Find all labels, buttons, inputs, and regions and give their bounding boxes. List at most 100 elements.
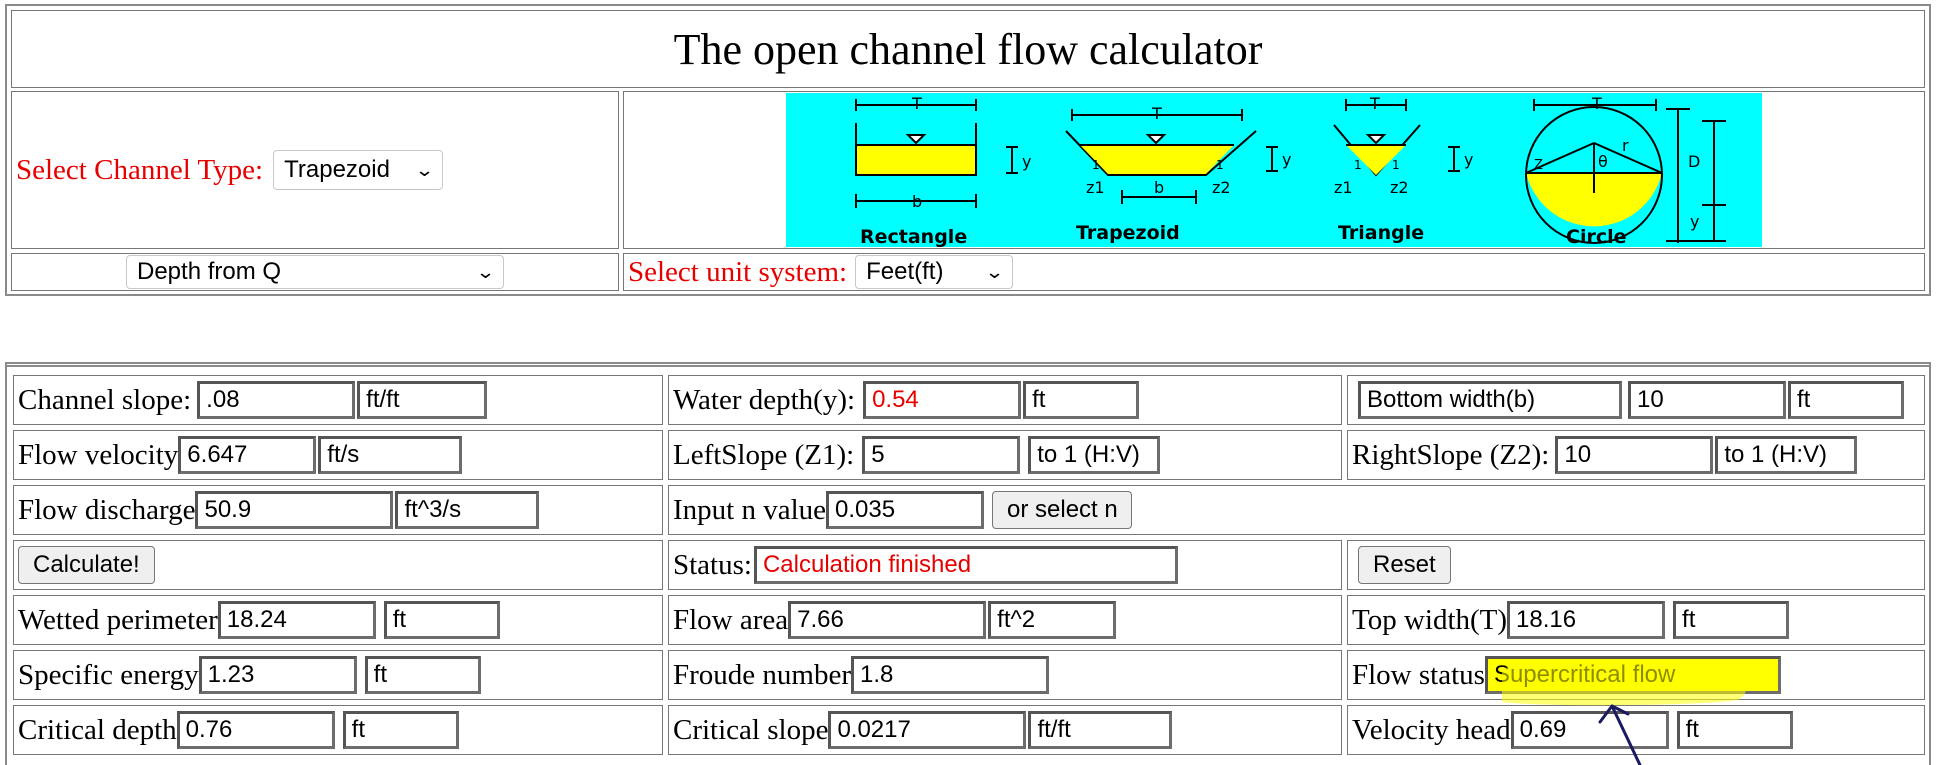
velocity-input[interactable]: 6.647 [178,436,317,474]
froude-number-output: 1.8 [851,656,1049,694]
page-title: The open channel flow calculator [673,24,1263,74]
calculate-cell: Calculate! [13,540,663,590]
unit-system-select[interactable]: Feet(ft) ⌄ [855,255,1014,289]
slope-input[interactable]: .08 [197,381,356,419]
circ-t-label: T [1591,94,1602,113]
chevron-down-icon: ⌄ [984,261,1005,282]
select-n-button[interactable]: or select n [992,491,1133,529]
bottom-width-label: Bottom width(b) [1358,381,1622,419]
right-slope-unit: to 1 (H:V) [1715,436,1858,474]
wetted-perimeter-label: Wetted perimeter [18,603,218,636]
specific-energy-label: Specific energy [18,658,199,691]
flow-status-label: Flow status [1352,658,1485,691]
flow-status-output: Supercritical flow [1484,656,1781,694]
circ-name-label: Circle [1566,226,1627,247]
unit-system-value: Feet(ft) [866,258,944,285]
top-width-label: Top width(T) [1352,603,1508,636]
wetted-cell: Wetted perimeter 18.24 ft [13,595,663,645]
trap-t-label: T [1151,104,1162,123]
discharge-cell: Flow discharge 50.9 ft^3/s [13,485,663,535]
wetted-perimeter-unit: ft [383,601,500,639]
depth-input[interactable]: 0.54 [863,381,1022,419]
top-width-output: 18.16 [1507,601,1666,639]
calc-mode-select[interactable]: Depth from Q ⌄ [126,255,504,289]
trap-z1-label: z1 [1086,178,1105,197]
circ-z-label: Z [1534,158,1543,173]
velocity-cell: Flow velocity 6.647 ft/s [13,430,663,480]
chevron-down-icon: ⌄ [414,159,435,180]
critical-slope-label: Critical slope [673,713,829,746]
n-value-input[interactable]: 0.035 [826,491,985,529]
tri-t-label: T [1369,94,1380,113]
tri-z1-label: z1 [1334,178,1353,197]
rect-t-label: T [911,94,922,113]
slope-unit: ft/ft [357,381,488,419]
trap-one-right: 1 [1216,158,1224,172]
channel-type-value: Trapezoid [284,156,390,183]
unit-system-label: Select unit system: [628,255,848,288]
right-slope-input[interactable]: 10 [1555,436,1714,474]
trap-y-label: y [1282,150,1291,169]
specific-energy-output: 1.23 [198,656,357,694]
velocity-head-cell: Velocity head 0.69 ft [1347,705,1925,755]
status-label: Status: [673,548,752,581]
depth-cell: Water depth(y): 0.54 ft [668,375,1342,425]
specific-energy-unit: ft [364,656,481,694]
rect-y-label: y [1022,152,1031,171]
circ-r-label: r [1622,136,1629,155]
circ-theta-label: θ [1598,152,1608,171]
channel-type-label: Select Channel Type: [16,153,264,186]
right-slope-cell: RightSlope (Z2): 10 to 1 (H:V) [1347,430,1925,480]
n-value-label: Input n value [673,493,827,526]
slope-cell: Channel slope: .08 ft/ft [13,375,663,425]
bottom-width-unit: ft [1788,381,1904,419]
diagram-cell: T y b Rectangle T y b z1 z2 1 1 Trapezoi… [623,91,1925,249]
area-cell: Flow area 7.66 ft^2 [668,595,1342,645]
tri-y-label: y [1464,150,1473,169]
depth-unit: ft [1023,381,1140,419]
units-cell: Select unit system: Feet(ft) ⌄ [623,253,1925,291]
left-slope-unit: to 1 (H:V) [1028,436,1161,474]
trap-name-label: Trapezoid [1076,222,1180,244]
velocity-label: Flow velocity [18,438,179,471]
trap-b-label: b [1154,178,1164,197]
velocity-unit: ft/s [318,436,463,474]
calc-mode-value: Depth from Q [137,258,282,285]
calculate-button[interactable]: Calculate! [18,546,155,584]
bottom-width-input[interactable]: 10 [1628,381,1786,419]
flow-status-cell: Flow status Supercritical flow [1347,650,1925,700]
critical-depth-cell: Critical depth 0.76 ft [13,705,663,755]
discharge-input[interactable]: 50.9 [195,491,394,529]
depth-label: Water depth(y): [673,383,856,416]
reset-button[interactable]: Reset [1358,546,1451,584]
rect-name-label: Rectangle [860,226,967,247]
reset-cell: Reset [1347,540,1925,590]
tri-one-left: 1 [1354,158,1362,172]
trap-one-left: 1 [1092,158,1100,172]
title-cell: The open channel flow calculator [11,10,1925,88]
left-slope-input[interactable]: 5 [862,436,1021,474]
velocity-head-output: 0.69 [1510,711,1669,749]
chevron-down-icon: ⌄ [475,261,496,282]
velocity-head-label: Velocity head [1352,713,1511,746]
discharge-unit: ft^3/s [395,491,540,529]
velocity-head-unit: ft [1676,711,1793,749]
tri-z2-label: z2 [1390,178,1409,197]
n-value-cell: Input n value 0.035 or select n [668,485,1925,535]
critical-slope-output: 0.0217 [828,711,1027,749]
right-slope-label: RightSlope (Z2): [1352,438,1550,471]
trap-z2-label: z2 [1212,178,1231,197]
flow-area-unit: ft^2 [988,601,1117,639]
channel-type-cell: Select Channel Type: Trapezoid ⌄ [11,91,619,249]
critical-depth-label: Critical depth [18,713,177,746]
circ-y-label: y [1690,212,1699,231]
status-cell: Status: Calculation finished [668,540,1342,590]
critical-depth-unit: ft [342,711,459,749]
channel-type-select[interactable]: Trapezoid ⌄ [273,150,444,190]
bottom-cell: Bottom width(b) 10 ft [1347,375,1925,425]
top-width-unit: ft [1673,601,1790,639]
rect-b-label: b [912,192,922,211]
froude-cell: Froude number 1.8 [668,650,1342,700]
circ-d-label: D [1688,152,1700,171]
flow-area-label: Flow area [673,603,789,636]
